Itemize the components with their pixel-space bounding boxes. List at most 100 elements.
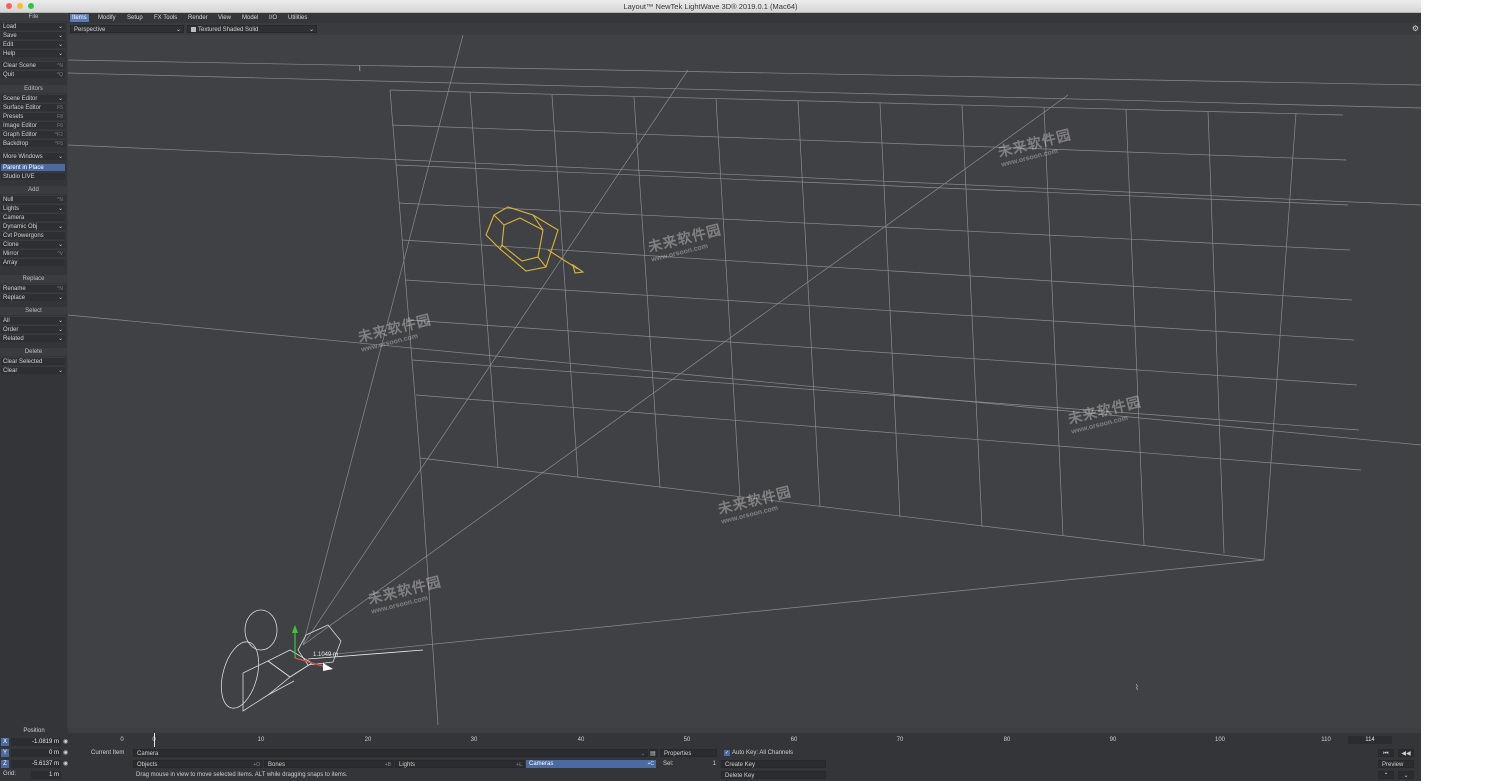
tab-items[interactable]: Items xyxy=(70,14,89,22)
x-axis-toggle[interactable]: X xyxy=(1,738,9,746)
button-label: Clear Scene xyxy=(3,63,37,69)
button-label: Quit xyxy=(3,72,15,78)
button-label: Mirror xyxy=(3,251,19,257)
view-mode-dropdown[interactable]: Perspective ⌄ xyxy=(70,25,184,33)
replace-button[interactable]: Replace ⌄ xyxy=(1,293,65,301)
select-order-button[interactable]: Order ⌄ xyxy=(1,325,65,333)
button-label: Objects xyxy=(137,762,158,768)
button-label: Create Key xyxy=(725,762,756,768)
timeline[interactable]: 0 0 10 20 30 40 50 60 70 80 90 100 110 1… xyxy=(68,733,1421,747)
shading-dropdown[interactable]: Textured Shaded Solid ⌄ xyxy=(187,25,317,33)
item-list-icon[interactable]: ▤ xyxy=(649,749,658,757)
add-camera-button[interactable]: Camera xyxy=(1,213,65,221)
rewind-icon[interactable]: ⏮ xyxy=(1378,749,1394,757)
cvt-powergons-button[interactable]: Cvt Powergons xyxy=(1,231,65,239)
eye-icon[interactable]: ◉ xyxy=(63,738,68,745)
chevron-down-icon: ⌄ xyxy=(57,24,63,30)
image-editor-button[interactable]: Image Editor F6 xyxy=(1,121,65,129)
tab-setup[interactable]: Setup xyxy=(125,14,145,22)
tab-utilities[interactable]: Utilities xyxy=(286,14,309,22)
rename-button[interactable]: Rename ^N xyxy=(1,284,65,292)
z-axis-toggle[interactable]: Z xyxy=(1,760,9,768)
chevron-down-icon: ⌄ xyxy=(640,751,645,757)
dynamic-obj-button[interactable]: Dynamic Obj ⌄ xyxy=(1,222,65,230)
mirror-button[interactable]: Mirror ^V xyxy=(1,249,65,257)
step-back-icon[interactable]: ◀◀ xyxy=(1398,749,1414,757)
button-label: More Windows xyxy=(3,154,43,160)
help-button[interactable]: Help ⌄ xyxy=(1,49,65,57)
parent-in-place-toggle[interactable]: Parent in Place xyxy=(1,163,65,171)
chevron-down-icon: ⌄ xyxy=(57,224,63,230)
surface-editor-button[interactable]: Surface Editor F5 xyxy=(1,103,65,111)
studio-live-button[interactable]: Studio LIVE xyxy=(1,172,65,180)
add-null-button[interactable]: Null ^N xyxy=(1,195,65,203)
section-header-file: File xyxy=(0,13,67,21)
grid-size-input[interactable]: 1 m xyxy=(31,771,61,779)
timeline-tick: 110 xyxy=(1321,737,1331,743)
scene-editor-button[interactable]: Scene Editor ⌄ xyxy=(1,94,65,102)
delete-key-button[interactable]: Delete Key xyxy=(721,771,826,779)
y-position-input[interactable]: 0 m xyxy=(11,749,61,757)
position-panel: Position X -1.0819 m ◉ Y 0 m ◉ Z -5.6137… xyxy=(0,728,68,781)
presets-button[interactable]: Presets F8 xyxy=(1,112,65,120)
create-key-button[interactable]: Create Key xyxy=(721,760,826,768)
y-axis-toggle[interactable]: Y xyxy=(1,749,9,757)
auto-key-toggle[interactable]: ✓ Auto Key: All Channels xyxy=(721,749,826,757)
scene-svg: 1.1049 m ⌇ ⌇ xyxy=(68,35,1421,726)
timeline-tick: 30 xyxy=(470,737,478,743)
select-all-button[interactable]: All ⌄ xyxy=(1,316,65,324)
position-header: Position xyxy=(23,728,45,734)
gear-icon[interactable]: ⚙ xyxy=(1411,24,1420,33)
graph-editor-button[interactable]: Graph Editor ^F2 xyxy=(1,130,65,138)
timeline-tick: 70 xyxy=(896,737,904,743)
clone-button[interactable]: Clone ⌄ xyxy=(1,240,65,248)
filter-objects-button[interactable]: Objects +O xyxy=(133,760,263,768)
selected-light-object[interactable] xyxy=(485,206,585,274)
button-label: Edit xyxy=(3,42,14,48)
edit-button[interactable]: Edit ⌄ xyxy=(1,40,65,48)
tab-modify[interactable]: Modify xyxy=(96,14,118,22)
button-label: Related xyxy=(3,336,24,342)
x-position-input[interactable]: -1.0819 m xyxy=(11,738,61,746)
chevron-down-icon[interactable]: ⌄ xyxy=(1398,771,1414,779)
tab-fx-tools[interactable]: FX Tools xyxy=(152,14,179,22)
shortcut-label: ^F5 xyxy=(54,141,63,147)
key-mode-icon[interactable]: ⌃ xyxy=(1378,771,1394,779)
tab-model[interactable]: Model xyxy=(240,14,260,22)
save-button[interactable]: Save ⌄ xyxy=(1,31,65,39)
filter-bones-button[interactable]: Bones +B xyxy=(264,760,394,768)
tab-io[interactable]: I/O xyxy=(267,14,279,22)
quit-button[interactable]: Quit ^Q xyxy=(1,70,65,78)
title-bar: Layout™ NewTek LightWave 3D® 2019.0.1 (M… xyxy=(0,0,1421,13)
z-position-input[interactable]: -5.6137 m xyxy=(11,760,61,768)
button-label: Properties xyxy=(664,751,692,757)
button-label: Help xyxy=(3,51,16,57)
tab-view[interactable]: View xyxy=(216,14,233,22)
grid-label: Grid: xyxy=(3,771,17,777)
select-related-button[interactable]: Related ⌄ xyxy=(1,334,65,342)
button-label: Delete Key xyxy=(725,773,755,779)
button-label: Null xyxy=(3,197,14,203)
clear-scene-button[interactable]: Clear Scene ^N xyxy=(1,61,65,69)
filter-cameras-button[interactable]: Cameras +C xyxy=(526,760,656,768)
load-button[interactable]: Load ⌄ xyxy=(1,22,65,30)
properties-button[interactable]: Properties xyxy=(660,749,717,757)
chevron-down-icon: ⌄ xyxy=(57,336,63,342)
add-lights-button[interactable]: Lights ⌄ xyxy=(1,204,65,212)
current-item-dropdown[interactable]: Camera ⌄ xyxy=(133,749,648,757)
backdrop-button[interactable]: Backdrop ^F5 xyxy=(1,139,65,147)
timeline-playhead[interactable] xyxy=(154,733,155,747)
camera-object[interactable] xyxy=(215,609,424,712)
filter-lights-button[interactable]: Lights +L xyxy=(395,760,525,768)
more-windows-button[interactable]: More Windows ⌄ xyxy=(1,152,65,160)
axis-mark-icon: ⌇ xyxy=(1135,683,1139,692)
chevron-down-icon: ⌄ xyxy=(57,295,63,301)
end-frame-field[interactable]: 114 xyxy=(1348,736,1392,744)
clear-selected-button[interactable]: Clear Selected xyxy=(1,357,65,365)
preview-button[interactable]: Preview xyxy=(1378,760,1414,768)
perspective-viewport[interactable]: 1.1049 m ⌇ ⌇ 未来软件园 www.orsoon.com 未来软件园 ww… xyxy=(68,35,1421,728)
clear-button[interactable]: Clear ⌄ xyxy=(1,366,65,374)
array-button[interactable]: Array xyxy=(1,258,65,266)
tab-render[interactable]: Render xyxy=(186,14,210,22)
button-label: Graph Editor xyxy=(3,132,38,138)
